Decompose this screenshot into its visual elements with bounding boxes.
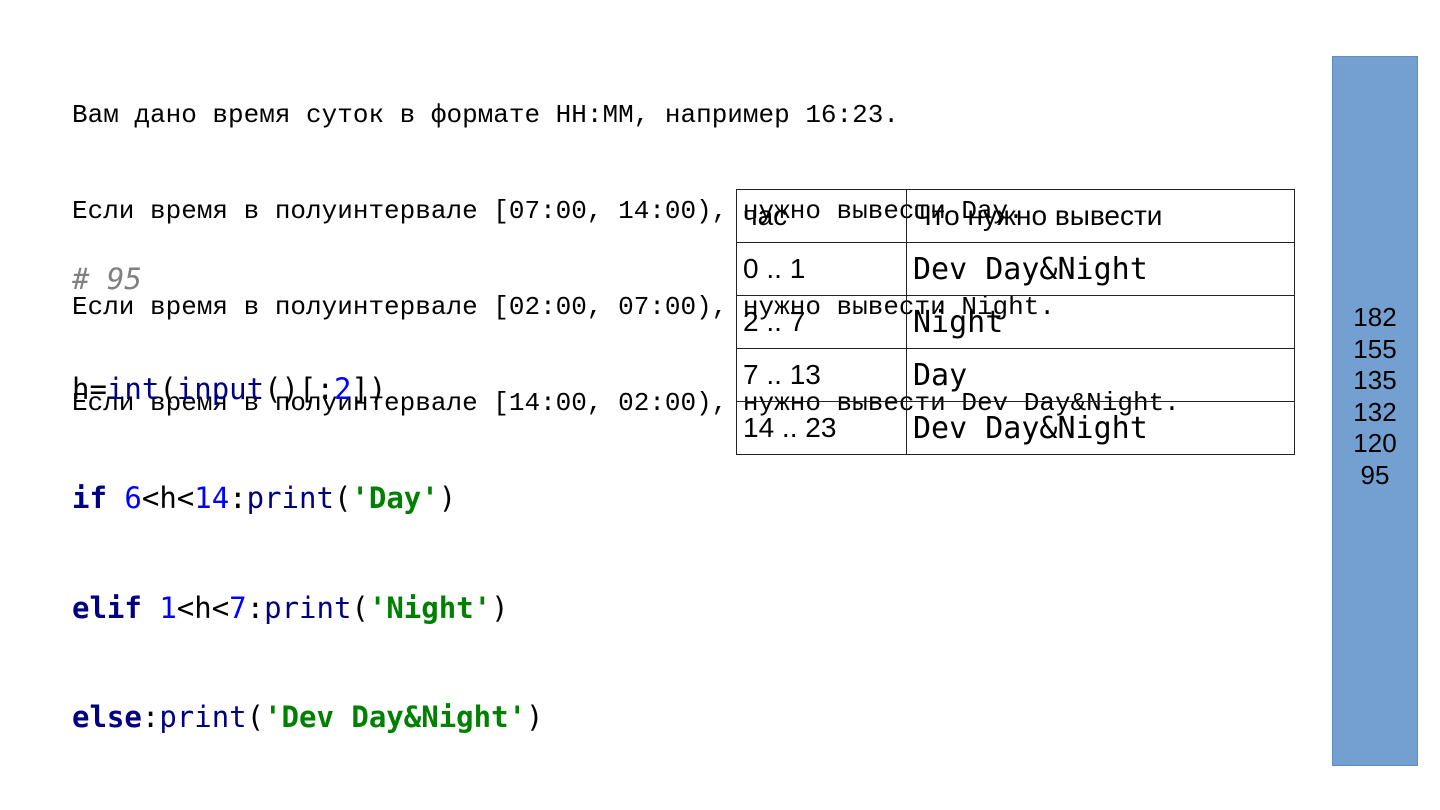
problem-line: Вам дано время суток в формате HH:MM, на…	[72, 100, 899, 130]
code-line-4: else:print('Dev Day&Night')	[72, 699, 543, 736]
code-keyword: else	[72, 700, 142, 734]
code-line-3: elif 1<h<7:print('Night')	[72, 590, 543, 627]
code-token: <h<	[141, 481, 195, 515]
code-token: (	[159, 371, 177, 406]
code-token: print	[159, 700, 247, 734]
task-number: 155	[1353, 333, 1397, 364]
task-number: 95	[1360, 459, 1390, 490]
code-token: ()[:	[264, 371, 334, 406]
task-number-list: 182 155 135 132 120 95	[1333, 302, 1417, 492]
cell-hour-range: 7 .. 13	[736, 348, 907, 402]
table-row: 0 .. 1 Dev Day&Night	[736, 242, 1295, 296]
code-token: )	[491, 590, 509, 625]
table-row: 14 .. 23 Dev Day&Night	[736, 401, 1295, 455]
code-token: (	[333, 481, 352, 515]
code-token: <h<	[176, 590, 230, 625]
code-token: 6	[124, 481, 142, 515]
cell-output: Night	[906, 295, 1295, 349]
code-keyword: elif	[72, 590, 142, 625]
code-string: 'Dev Day&Night'	[264, 700, 526, 734]
cell-output: Dev Day&Night	[906, 401, 1295, 455]
code-token: h=	[72, 371, 107, 406]
task-number: 135	[1353, 365, 1397, 396]
code-token: :	[141, 700, 160, 734]
header-output: Что нужно вывести	[906, 189, 1295, 243]
code-token: :	[229, 481, 247, 515]
code-token: ])	[351, 371, 387, 406]
code-token: (	[351, 590, 369, 625]
code-token: )	[526, 700, 544, 734]
code-comment: # 95	[72, 262, 142, 296]
cell-hour-range: 14 .. 23	[736, 401, 907, 455]
code-token: print	[264, 590, 352, 625]
code-token: :	[246, 590, 265, 625]
table-header-row: час Что нужно вывести	[736, 189, 1295, 243]
cell-output: Dev Day&Night	[906, 242, 1295, 296]
code-token: print	[246, 481, 334, 515]
code-token: 2	[333, 371, 352, 406]
task-number-sidebar: 182 155 135 132 120 95	[1332, 56, 1418, 766]
header-hour: час	[736, 189, 907, 243]
hours-table: час Что нужно вывести 0 .. 1 Dev Day&Nig…	[736, 189, 1295, 455]
code-token: int	[106, 371, 160, 406]
code-token: (	[246, 700, 265, 734]
task-number: 182	[1353, 302, 1397, 332]
code-token: 14	[194, 481, 230, 515]
code-token: 1	[159, 590, 177, 625]
task-number: 120	[1353, 428, 1397, 459]
code-token: )	[438, 481, 457, 515]
cell-hour-range: 0 .. 1	[736, 242, 907, 296]
cell-output: Day	[906, 348, 1295, 402]
code-comment-line: # 95	[72, 261, 543, 298]
code-block: # 95 h=int(input()[:2]) if 6<h<14:print(…	[72, 188, 543, 772]
code-string: 'Day'	[351, 481, 439, 515]
code-line-2: if 6<h<14:print('Day')	[72, 480, 543, 517]
code-token: 7	[229, 590, 247, 625]
code-token: input	[176, 371, 265, 406]
table-row: 7 .. 13 Day	[736, 348, 1295, 402]
task-number: 132	[1353, 396, 1397, 427]
cell-hour-range: 2 .. 7	[736, 295, 907, 349]
code-keyword: if	[72, 481, 107, 515]
code-string: 'Night'	[368, 590, 492, 625]
table-row: 2 .. 7 Night	[736, 295, 1295, 349]
code-line-1: h=int(input()[:2])	[72, 371, 543, 408]
